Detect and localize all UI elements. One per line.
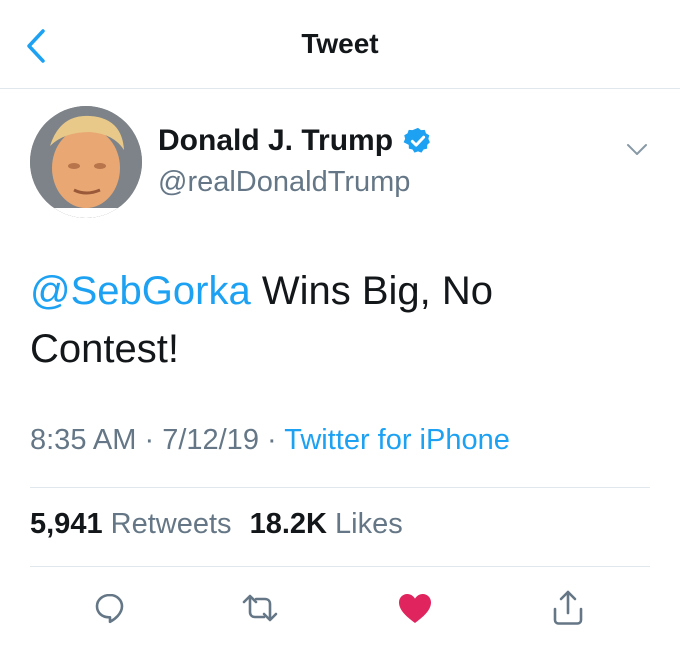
meta-separator: · (136, 424, 163, 456)
tweet-time: 8:35 AM (30, 424, 137, 456)
divider (30, 487, 650, 488)
name-row: Donald J. Trump (158, 124, 433, 158)
tweet-date: 7/12/19 (162, 424, 259, 456)
retweet-button[interactable] (240, 588, 280, 628)
retweets-count: 5,941 (30, 508, 103, 540)
share-button[interactable] (548, 588, 588, 628)
likes-label: Likes (335, 508, 403, 540)
likes-stat[interactable]: 18.2K Likes (250, 508, 403, 540)
reply-icon (95, 593, 124, 624)
display-name[interactable]: Donald J. Trump (158, 124, 393, 158)
chevron-down-icon[interactable] (624, 136, 650, 162)
author-handle[interactable]: @realDonaldTrump (158, 166, 410, 199)
divider (30, 566, 650, 567)
top-bar: Tweet (0, 0, 680, 89)
page-title: Tweet (301, 28, 379, 59)
reply-button[interactable] (90, 588, 130, 628)
tweet-text: @SebGorka Wins Big, No Contest! (30, 262, 630, 378)
mention-link[interactable]: @SebGorka (30, 269, 251, 313)
retweets-stat[interactable]: 5,941 Retweets (30, 508, 232, 540)
action-bar (0, 578, 680, 638)
retweets-label: Retweets (110, 508, 232, 540)
retweet-icon (242, 594, 278, 622)
tweet-meta: 8:35 AM · 7/12/19 · Twitter for iPhone (30, 424, 510, 457)
tweet-stats: 5,941 Retweets 18.2K Likes (30, 508, 413, 541)
like-button[interactable] (395, 588, 435, 628)
tweet-author: Donald J. Trump @realDonaldTrump (30, 106, 660, 226)
meta-separator: · (258, 424, 285, 456)
tweet-source-link[interactable]: Twitter for iPhone (284, 424, 510, 456)
heart-icon (399, 594, 431, 623)
verified-badge-icon (403, 127, 430, 153)
share-icon (553, 590, 583, 625)
likes-count: 18.2K (249, 508, 327, 540)
avatar-portrait (30, 106, 142, 218)
avatar[interactable] (30, 106, 142, 218)
